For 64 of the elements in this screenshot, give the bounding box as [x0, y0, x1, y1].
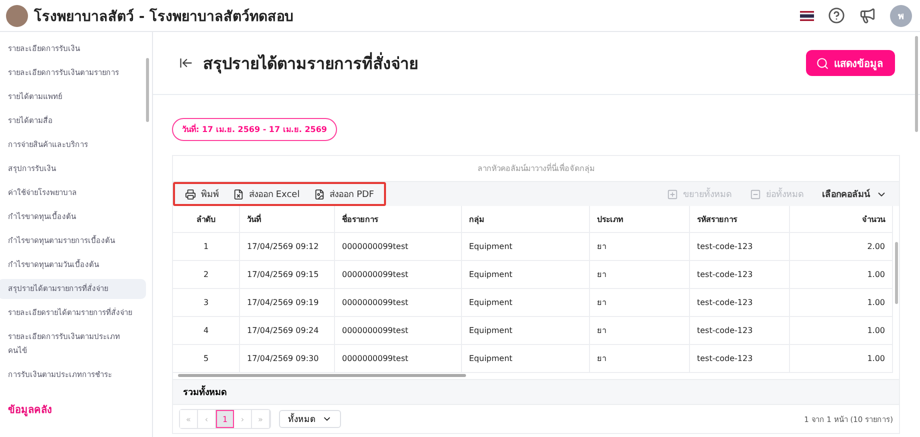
page-size-dropdown[interactable]: ทั้งหมด — [279, 410, 341, 428]
show-data-button[interactable]: แสดงข้อมูล — [806, 50, 895, 76]
table-cell: test-code-123 — [690, 289, 790, 317]
table-cell: 0000000099test — [335, 233, 462, 261]
table-cell: 1 — [173, 233, 240, 261]
table-cell: 1.00 — [790, 317, 893, 345]
table-cell: 0000000099test — [335, 345, 462, 373]
flag-icon[interactable] — [800, 10, 814, 20]
table-cell: 2 — [173, 261, 240, 289]
collapse-arrow-icon[interactable] — [179, 56, 193, 70]
printer-icon — [185, 188, 196, 200]
table-cell: Equipment — [462, 261, 590, 289]
table-cell: ยา — [590, 233, 690, 261]
column-header[interactable]: ชื่อรายการ — [335, 206, 462, 233]
print-button[interactable]: พิมพ์ — [185, 187, 219, 201]
table-cell: test-code-123 — [690, 261, 790, 289]
column-header[interactable]: วันที่ — [240, 206, 335, 233]
table-cell: 0000000099test — [335, 317, 462, 345]
table-cell: ยา — [590, 317, 690, 345]
table-cell: Equipment — [462, 345, 590, 373]
plus-square-icon — [667, 188, 678, 200]
table-cell: 17/04/2569 09:19 — [240, 289, 335, 317]
table-cell: 0000000099test — [335, 261, 462, 289]
table-cell: 17/04/2569 09:24 — [240, 317, 335, 345]
date-range-tag: วันที่: 17 เม.ย. 2569 - 17 เม.ย. 2569 — [172, 118, 337, 141]
table-cell: Equipment — [462, 233, 590, 261]
column-header[interactable]: ลำดับ — [173, 206, 240, 233]
table-cell: test-code-123 — [690, 233, 790, 261]
table-cell: 1.00 — [790, 345, 893, 373]
table-cell: test-code-123 — [690, 345, 790, 373]
table-cell: 1.00 — [790, 261, 893, 289]
table-cell: ยา — [590, 261, 690, 289]
table-cell: 1.00 — [790, 289, 893, 317]
table-cell: 4 — [173, 317, 240, 345]
table-cell: 17/04/2569 09:15 — [240, 261, 335, 289]
hospital-title: โรงพยาบาลสัตว์ - โรงพยาบาลสัตว์ทดสอบ — [34, 7, 295, 26]
column-chooser-button[interactable]: เลือกคอลัมน์ — [822, 187, 887, 201]
table-cell: test-code-123 — [690, 317, 790, 345]
file-icon — [314, 188, 325, 200]
table-cell: 17/04/2569 09:12 — [240, 233, 335, 261]
table-cell: Equipment — [462, 317, 590, 345]
search-icon — [816, 56, 829, 70]
table-cell: 17/04/2569 09:30 — [240, 345, 335, 373]
table-cell: 0000000099test — [335, 289, 462, 317]
table-cell: ยา — [590, 289, 690, 317]
column-header[interactable]: กลุ่ม — [462, 206, 590, 233]
help-icon[interactable] — [828, 7, 845, 24]
column-header[interactable]: ประเภท — [590, 206, 690, 233]
sidebar-section-title: ข้อมูลคลัง — [8, 403, 53, 417]
table-cell: ยา — [590, 345, 690, 373]
megaphone-icon[interactable] — [859, 7, 876, 24]
file-icon — [233, 188, 244, 200]
table-cell: 5 — [173, 345, 240, 373]
pdf-button[interactable]: ส่งออก PDF — [314, 187, 374, 201]
excel-button[interactable]: ส่งออก Excel — [233, 187, 300, 201]
table-cell: 2.00 — [790, 233, 893, 261]
column-header[interactable]: จำนวน — [790, 206, 893, 233]
total-label: รวมทั้งหมด — [173, 379, 899, 405]
table-cell: Equipment — [462, 289, 590, 317]
column-header[interactable]: รหัสรายการ — [690, 206, 790, 233]
table-cell: 3 — [173, 289, 240, 317]
logo-photo-placeholder — [6, 4, 28, 26]
page-title: สรุปรายได้ตามรายการที่สั่งจ่าย — [203, 51, 419, 76]
minus-square-icon — [750, 188, 761, 200]
